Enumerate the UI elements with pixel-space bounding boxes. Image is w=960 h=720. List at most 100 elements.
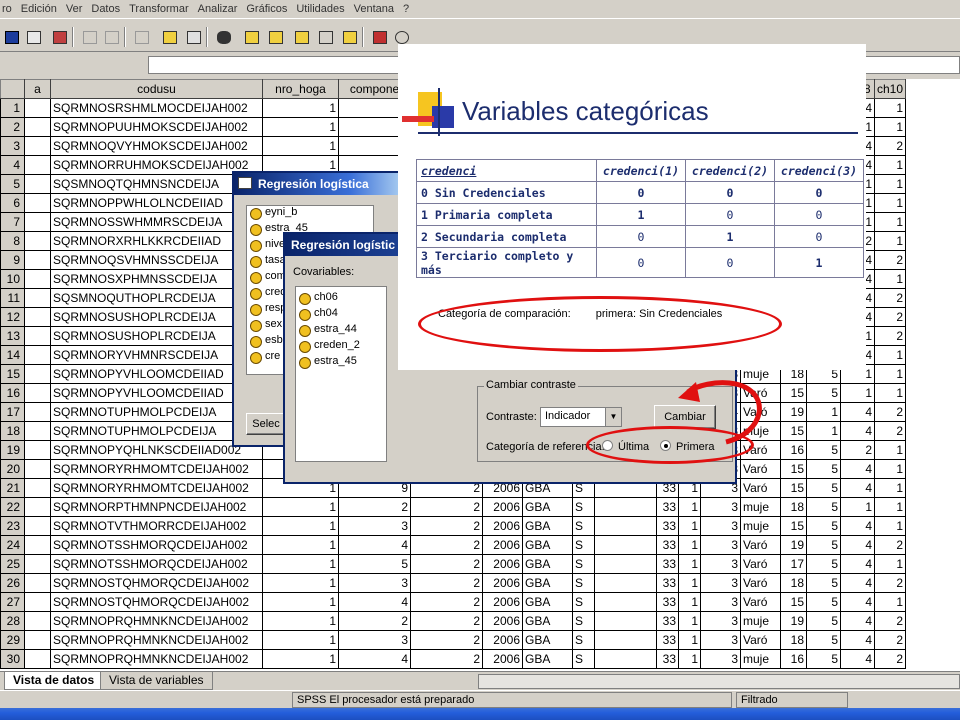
data-cell[interactable]: 1 [678, 516, 701, 536]
data-cell[interactable]: 4 [840, 421, 875, 441]
data-cell[interactable]: 19 [780, 611, 807, 631]
find-icon[interactable] [212, 27, 234, 47]
data-cell[interactable]: S [572, 630, 595, 650]
data-cell[interactable] [24, 117, 51, 137]
row-header[interactable]: 6 [0, 193, 25, 213]
data-cell[interactable]: 1 [873, 345, 907, 365]
goto-case-icon[interactable] [158, 27, 180, 47]
data-cell[interactable]: 1 [873, 497, 907, 517]
data-cell[interactable]: Varó [740, 573, 781, 593]
insert-variable-icon[interactable] [264, 27, 286, 47]
data-cell[interactable]: SQRMNOTSSHMORQCDEIJAH002 [50, 554, 263, 574]
data-cell[interactable]: 4 [840, 516, 875, 536]
data-cell[interactable]: 15 [780, 383, 807, 403]
data-cell[interactable]: 1 [262, 649, 339, 669]
data-cell[interactable]: 2006 [482, 611, 523, 631]
data-cell[interactable]: Varó [740, 459, 781, 479]
chevron-down-icon[interactable]: ▼ [605, 408, 621, 426]
data-cell[interactable]: SQRMNOQVYHMOKSCDEIJAH002 [50, 136, 263, 156]
data-cell[interactable]: 4 [840, 478, 875, 498]
data-cell[interactable] [594, 611, 657, 631]
covariates-list[interactable]: ch06 ch04 estra_44 creden_2 estra_45 [295, 286, 387, 462]
variables-icon[interactable] [182, 27, 204, 47]
data-cell[interactable]: 2 [873, 611, 907, 631]
data-cell[interactable]: Varó [740, 554, 781, 574]
data-cell[interactable]: 5 [806, 592, 841, 612]
data-cell[interactable]: SQRMNORYVHMNRSCDEIJA [50, 345, 263, 365]
data-cell[interactable]: 1 [262, 554, 339, 574]
data-cell[interactable]: muje [740, 649, 781, 669]
data-cell[interactable]: GBA [522, 649, 573, 669]
data-cell[interactable]: 3 [700, 535, 741, 555]
data-cell[interactable]: 1 [873, 459, 907, 479]
row-header[interactable]: 7 [0, 212, 25, 232]
data-cell[interactable]: GBA [522, 535, 573, 555]
data-cell[interactable]: GBA [522, 516, 573, 536]
data-cell[interactable]: SQRMNOTVTHMORRCDEIJAH002 [50, 516, 263, 536]
data-cell[interactable] [24, 478, 51, 498]
data-cell[interactable] [594, 630, 657, 650]
data-cell[interactable]: 19 [780, 535, 807, 555]
data-cell[interactable]: 17 [780, 554, 807, 574]
data-cell[interactable]: 2 [410, 535, 483, 555]
goto-chart-icon[interactable] [130, 27, 152, 47]
menu-transformar[interactable]: Transformar [129, 3, 189, 15]
data-cell[interactable]: 5 [338, 554, 411, 574]
data-cell[interactable] [594, 535, 657, 555]
row-header[interactable]: 13 [0, 326, 25, 346]
row-header[interactable]: 21 [0, 478, 25, 498]
data-cell[interactable]: SQRMNOSTQHMORQCDEIJAH002 [50, 573, 263, 593]
data-cell[interactable]: 2 [873, 649, 907, 669]
data-cell[interactable]: 2 [873, 307, 907, 327]
data-cell[interactable]: 33 [656, 630, 679, 650]
data-cell[interactable]: 15 [780, 459, 807, 479]
data-cell[interactable]: 33 [656, 611, 679, 631]
row-header[interactable]: 16 [0, 383, 25, 403]
data-cell[interactable]: SQRMNOPRQHMNKNCDEIJAH002 [50, 611, 263, 631]
data-cell[interactable]: 5 [806, 459, 841, 479]
data-cell[interactable]: 1 [873, 478, 907, 498]
data-cell[interactable]: SQRMNORXRHLKKRCDEIIAD [50, 231, 263, 251]
data-cell[interactable]: muje [740, 611, 781, 631]
data-cell[interactable]: 3 [700, 630, 741, 650]
data-cell[interactable]: 5 [806, 573, 841, 593]
data-cell[interactable]: 1 [262, 573, 339, 593]
data-cell[interactable] [24, 174, 51, 194]
row-header[interactable]: 19 [0, 440, 25, 460]
data-cell[interactable]: 1 [873, 592, 907, 612]
data-cell[interactable]: muje [740, 516, 781, 536]
data-cell[interactable]: 5 [806, 440, 841, 460]
data-cell[interactable]: SQRMNOSXPHMNSSCDEIJA [50, 269, 263, 289]
variable-list-item[interactable]: eyni_b [247, 206, 373, 222]
menu-graficos[interactable]: Gráficos [246, 3, 287, 15]
data-cell[interactable]: 1 [262, 117, 339, 137]
row-header[interactable]: 5 [0, 174, 25, 194]
data-cell[interactable]: 1 [678, 592, 701, 612]
data-cell[interactable]: 2 [410, 592, 483, 612]
data-cell[interactable]: 5 [806, 611, 841, 631]
data-cell[interactable]: S [572, 573, 595, 593]
menu-ver[interactable]: Ver [66, 3, 83, 15]
data-cell[interactable]: 1 [840, 497, 875, 517]
data-cell[interactable]: 16 [780, 649, 807, 669]
row-header[interactable]: 27 [0, 592, 25, 612]
data-cell[interactable]: 1 [873, 174, 907, 194]
data-cell[interactable]: SQRMNOSTQHMORQCDEIJAH002 [50, 592, 263, 612]
row-header[interactable]: 29 [0, 630, 25, 650]
data-cell[interactable]: SQRMNOTUPHMOLPCDEIJA [50, 421, 263, 441]
data-cell[interactable]: 2006 [482, 497, 523, 517]
data-cell[interactable]: 2 [873, 288, 907, 308]
data-cell[interactable] [24, 649, 51, 669]
row-header[interactable]: 30 [0, 649, 25, 669]
data-cell[interactable]: 33 [656, 535, 679, 555]
data-cell[interactable]: SQRMNORRUHMOKSCDEIJAH002 [50, 155, 263, 175]
data-cell[interactable]: Varó [740, 478, 781, 498]
data-cell[interactable]: 5 [806, 516, 841, 536]
data-cell[interactable]: 2006 [482, 573, 523, 593]
save-icon[interactable] [0, 27, 22, 47]
data-cell[interactable]: 4 [338, 535, 411, 555]
data-cell[interactable]: SQRMNOSRSHMLMOCDEIJAH002 [50, 98, 263, 118]
data-cell[interactable]: 4 [840, 611, 875, 631]
data-cell[interactable]: muje [740, 497, 781, 517]
data-cell[interactable]: 3 [700, 554, 741, 574]
